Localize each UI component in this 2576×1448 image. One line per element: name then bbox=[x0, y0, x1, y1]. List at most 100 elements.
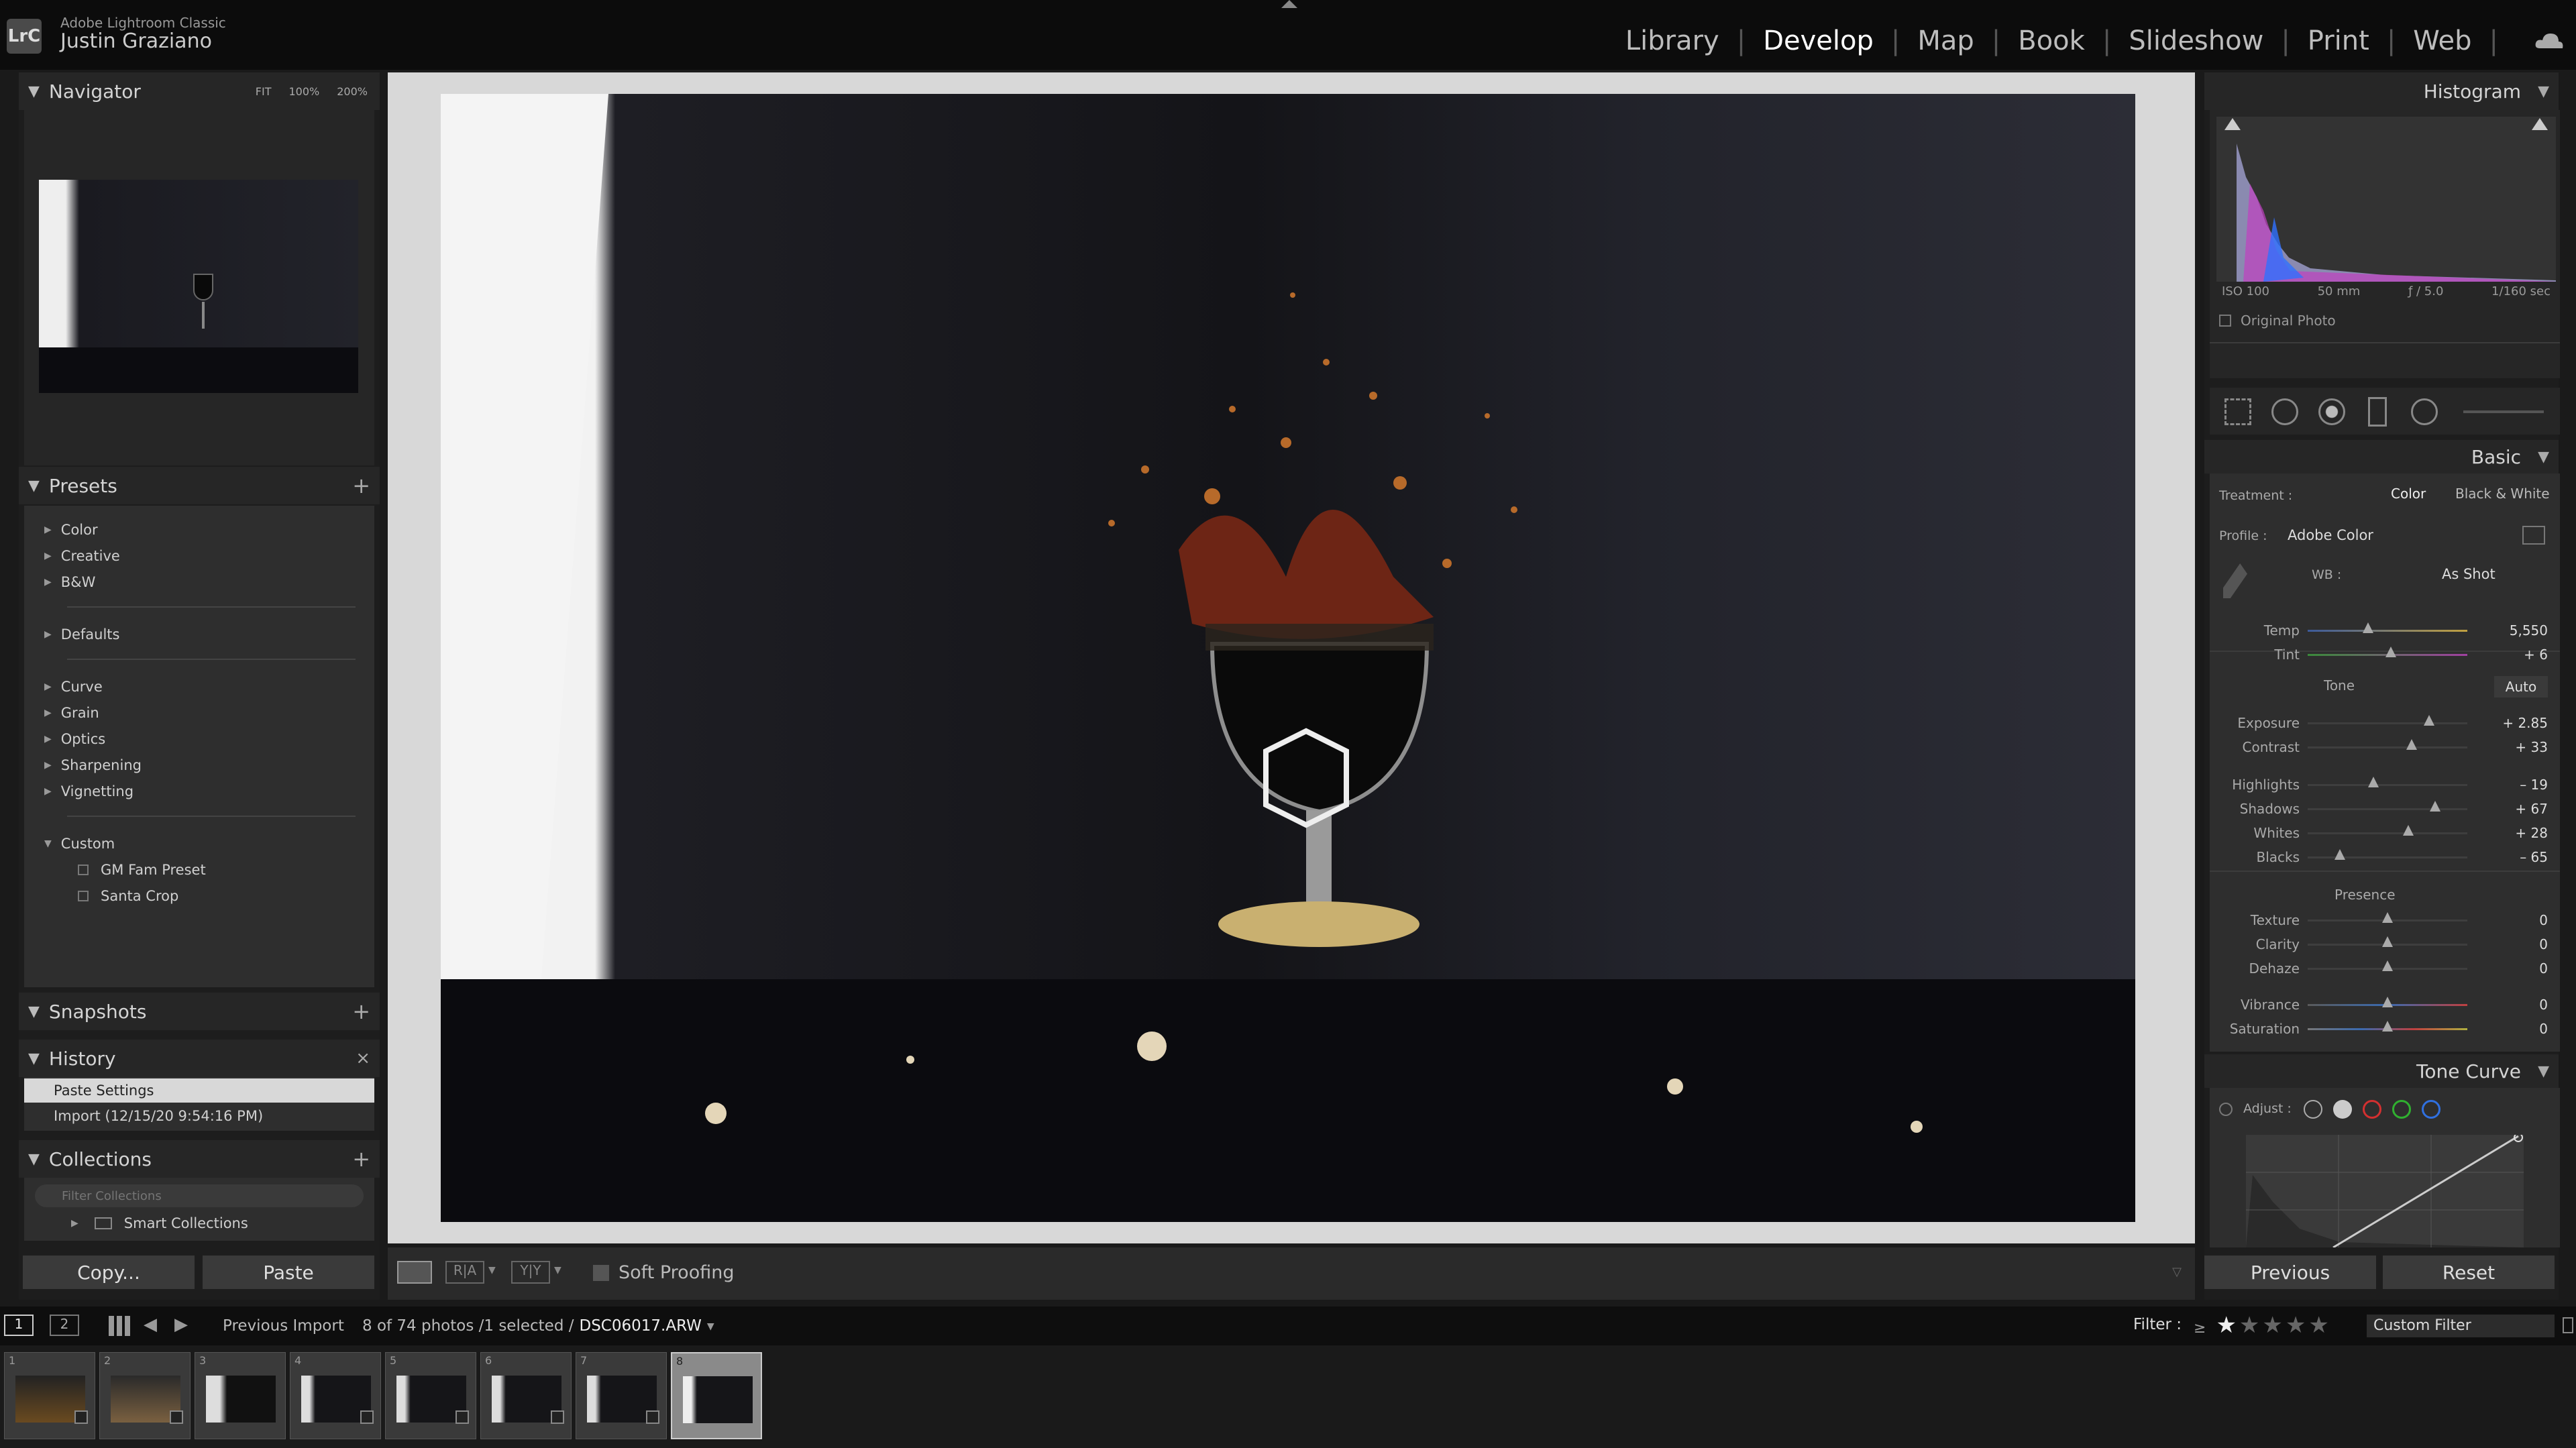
histogram-graph[interactable] bbox=[2216, 117, 2556, 282]
slider-track[interactable] bbox=[2308, 856, 2467, 858]
before-after-tb-icon[interactable]: Y|Y bbox=[511, 1261, 550, 1284]
collapse-triangle-icon[interactable]: ▼ bbox=[28, 478, 40, 494]
collapse-triangle-icon[interactable]: ▼ bbox=[2538, 449, 2549, 465]
before-after-lr-icon[interactable]: R|A bbox=[445, 1261, 484, 1284]
zoom-200[interactable]: 200% bbox=[337, 85, 368, 98]
rating-filter-stars[interactable]: ≥ ★★★★★ bbox=[2194, 1312, 2332, 1339]
slider-texture[interactable]: Texture 0 bbox=[2210, 908, 2564, 932]
cloud-icon[interactable] bbox=[2534, 32, 2564, 48]
module-develop[interactable]: Develop bbox=[1763, 25, 1874, 56]
brush-tool-icon[interactable] bbox=[2463, 410, 2544, 413]
filmstrip-thumbnail[interactable]: 4 bbox=[290, 1352, 381, 1439]
slider-knob[interactable] bbox=[2382, 960, 2393, 971]
filter-collections-input[interactable] bbox=[35, 1184, 364, 1207]
loupe-view-icon[interactable] bbox=[397, 1261, 432, 1284]
slider-value[interactable]: 5,550 bbox=[2510, 622, 2548, 638]
zoom-100[interactable]: 100% bbox=[289, 85, 320, 98]
wb-dropdown[interactable]: As Shot bbox=[2442, 566, 2496, 582]
collapse-triangle-icon[interactable]: ▼ bbox=[28, 1003, 40, 1020]
collapse-triangle-icon[interactable]: ▼ bbox=[28, 1050, 40, 1067]
preset-gm-fam[interactable]: GM Fam Preset bbox=[78, 862, 206, 878]
filmstrip-thumbnail[interactable]: 1 bbox=[4, 1352, 95, 1439]
collapse-top-icon[interactable] bbox=[1281, 0, 1297, 8]
slider-track[interactable] bbox=[2308, 722, 2467, 724]
slider-knob[interactable] bbox=[2367, 777, 2379, 787]
filmstrip-source[interactable]: Previous Import bbox=[223, 1317, 344, 1335]
snapshots-header[interactable]: ▼ Snapshots + bbox=[19, 993, 380, 1030]
slider-value[interactable]: 0 bbox=[2539, 960, 2548, 977]
reset-button[interactable]: Reset bbox=[2383, 1256, 2555, 1289]
slider-contrast[interactable]: Contrast + 33 bbox=[2210, 735, 2564, 759]
selected-filename[interactable]: DSC06017.ARW bbox=[579, 1317, 701, 1335]
basic-header[interactable]: Basic ▼ bbox=[2204, 440, 2559, 474]
main-window-1-button[interactable]: 1 bbox=[4, 1315, 34, 1336]
slider-clarity[interactable]: Clarity 0 bbox=[2210, 932, 2564, 956]
collapse-triangle-icon[interactable]: ▼ bbox=[2538, 1063, 2549, 1080]
history-item-import[interactable]: Import (12/15/20 9:54:16 PM) bbox=[24, 1104, 374, 1128]
smart-collections-item[interactable]: ▶ Smart Collections bbox=[71, 1215, 248, 1231]
slider-blacks[interactable]: Blacks – 65 bbox=[2210, 845, 2564, 869]
collections-header[interactable]: ▼ Collections + bbox=[19, 1140, 380, 1178]
collapse-triangle-icon[interactable]: ▼ bbox=[2538, 83, 2549, 100]
zoom-fit[interactable]: FIT bbox=[256, 85, 272, 98]
preset-group-sharpening[interactable]: ▶ Sharpening bbox=[44, 757, 142, 773]
slider-knob[interactable] bbox=[2363, 622, 2374, 633]
slider-value[interactable]: + 2.85 bbox=[2502, 715, 2548, 731]
module-map[interactable]: Map bbox=[1917, 25, 1974, 56]
crop-tool-icon[interactable] bbox=[2224, 398, 2251, 425]
original-photo-checkbox[interactable] bbox=[2219, 315, 2231, 327]
slider-value[interactable]: 0 bbox=[2539, 912, 2548, 928]
previous-button[interactable]: Previous bbox=[2204, 1256, 2376, 1289]
red-eye-icon[interactable] bbox=[2318, 398, 2345, 425]
filmstrip-thumbnail[interactable]: 2 bbox=[99, 1352, 191, 1439]
slider-tint[interactable]: Tint + 6 bbox=[2210, 643, 2564, 667]
slider-dehaze[interactable]: Dehaze 0 bbox=[2210, 956, 2564, 981]
point-curve-green-icon[interactable] bbox=[2392, 1100, 2411, 1119]
slider-value[interactable]: – 65 bbox=[2520, 849, 2548, 865]
soft-proofing-checkbox[interactable] bbox=[593, 1265, 609, 1281]
slider-knob[interactable] bbox=[2382, 912, 2393, 923]
slider-track[interactable] bbox=[2308, 832, 2467, 834]
slider-value[interactable]: + 28 bbox=[2515, 825, 2548, 841]
chevron-down-icon[interactable]: ▼ bbox=[554, 1265, 561, 1276]
profile-dropdown[interactable]: Adobe Color bbox=[2288, 527, 2373, 543]
forward-arrow-icon[interactable]: ▶ bbox=[174, 1315, 188, 1335]
slider-highlights[interactable]: Highlights – 19 bbox=[2210, 773, 2564, 797]
slider-exposure[interactable]: Exposure + 2.85 bbox=[2210, 711, 2564, 735]
module-book[interactable]: Book bbox=[2018, 25, 2085, 56]
back-arrow-icon[interactable]: ◀ bbox=[144, 1315, 157, 1335]
history-header[interactable]: ▼ History × bbox=[19, 1040, 380, 1077]
slider-knob[interactable] bbox=[2430, 801, 2441, 812]
point-curve-blue-icon[interactable] bbox=[2422, 1100, 2440, 1119]
preset-group-grain[interactable]: ▶ Grain bbox=[44, 705, 99, 721]
point-curve-red-icon[interactable] bbox=[2363, 1100, 2381, 1119]
slider-knob[interactable] bbox=[2402, 825, 2414, 836]
slider-knob[interactable] bbox=[2334, 849, 2345, 860]
slider-knob[interactable] bbox=[2382, 936, 2393, 947]
preset-group-color[interactable]: ▶ Color bbox=[44, 522, 98, 538]
module-print[interactable]: Print bbox=[2308, 25, 2369, 56]
slider-value[interactable]: – 19 bbox=[2520, 777, 2548, 793]
slider-whites[interactable]: Whites + 28 bbox=[2210, 821, 2564, 845]
slider-saturation[interactable]: Saturation 0 bbox=[2210, 1017, 2564, 1041]
slider-track[interactable] bbox=[2308, 808, 2467, 810]
clear-history-icon[interactable]: × bbox=[356, 1048, 370, 1068]
main-photo[interactable] bbox=[441, 94, 2135, 1222]
point-curve-white-icon[interactable] bbox=[2333, 1100, 2352, 1119]
slider-value[interactable]: 0 bbox=[2539, 936, 2548, 952]
slider-value[interactable]: + 33 bbox=[2515, 739, 2548, 755]
toolbar-menu-icon[interactable]: ▽ bbox=[2172, 1265, 2182, 1279]
navigator-header[interactable]: ▼ Navigator FIT 100% 200% bbox=[19, 72, 380, 110]
slider-track[interactable] bbox=[2308, 630, 2467, 632]
slider-track[interactable] bbox=[2308, 746, 2467, 748]
grid-view-icon[interactable] bbox=[109, 1316, 130, 1336]
slider-value[interactable]: + 6 bbox=[2524, 647, 2548, 663]
filter-lock-icon[interactable] bbox=[2563, 1317, 2573, 1333]
slider-knob[interactable] bbox=[2423, 715, 2434, 726]
user-name[interactable]: Justin Graziano bbox=[60, 30, 212, 53]
filmstrip-thumbnail-selected[interactable]: 8 bbox=[671, 1352, 762, 1439]
collapse-triangle-icon[interactable]: ▼ bbox=[28, 83, 40, 100]
parametric-curve-icon[interactable] bbox=[2304, 1100, 2322, 1119]
preset-group-bw[interactable]: ▶ B&W bbox=[44, 574, 95, 590]
copy-button[interactable]: Copy... bbox=[23, 1256, 195, 1289]
